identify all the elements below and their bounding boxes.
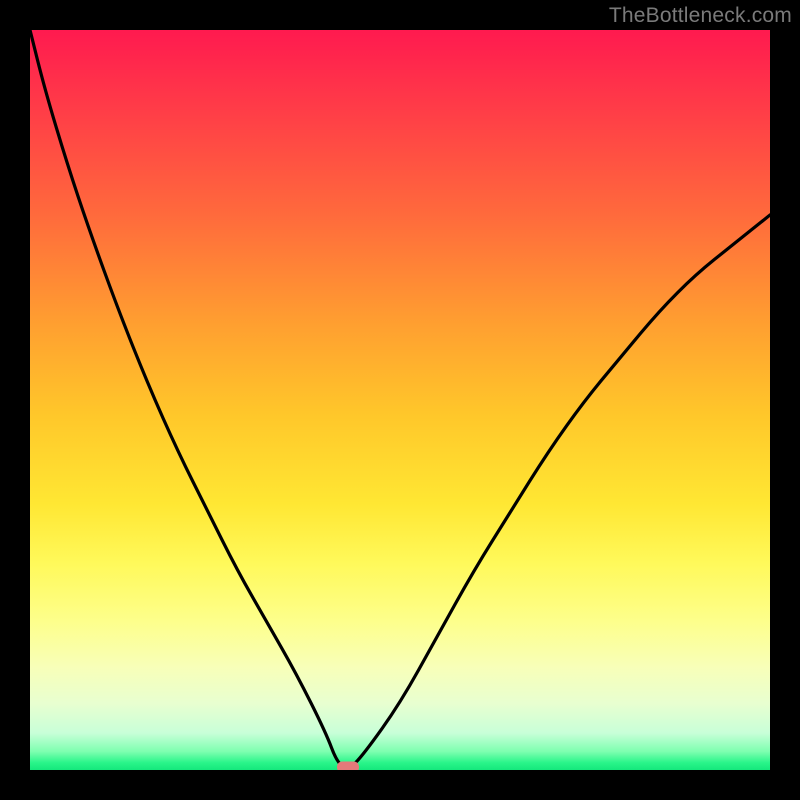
- plot-area: [30, 30, 770, 770]
- minimum-marker: [337, 762, 359, 771]
- bottleneck-curve: [30, 30, 770, 768]
- chart-frame: TheBottleneck.com: [0, 0, 800, 800]
- curve-svg: [30, 30, 770, 770]
- watermark-text: TheBottleneck.com: [609, 4, 792, 28]
